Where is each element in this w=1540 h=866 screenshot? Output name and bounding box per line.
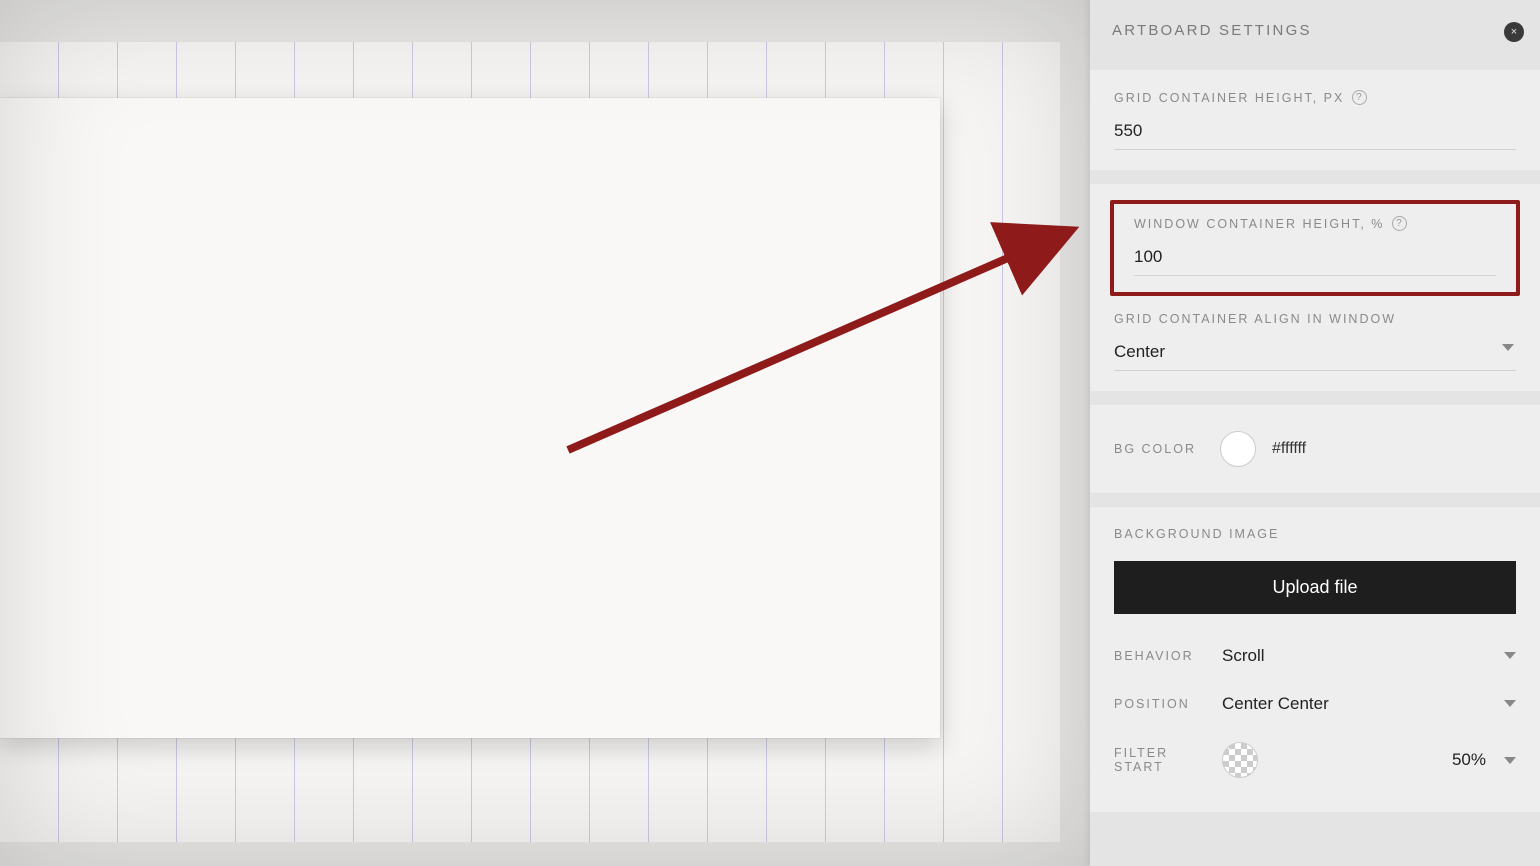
- bg-image-heading: BACKGROUND IMAGE: [1114, 527, 1516, 541]
- section-bg-image: BACKGROUND IMAGE Upload file BEHAVIOR Sc…: [1090, 507, 1540, 812]
- filter-start-select[interactable]: 50%: [1452, 750, 1516, 770]
- grid-height-label: GRID CONTAINER HEIGHT, PX ?: [1114, 90, 1516, 105]
- panel-title: ARTBOARD SETTINGS: [1112, 22, 1312, 39]
- filter-start-label: FILTER START: [1114, 746, 1206, 774]
- settings-panel: ARTBOARD SETTINGS × GRID CONTAINER HEIGH…: [1090, 0, 1540, 866]
- bg-color-label: BG COLOR: [1114, 442, 1204, 456]
- position-select-value: Center Center: [1222, 694, 1329, 713]
- canvas-area[interactable]: [0, 0, 1090, 866]
- section-window-height: WINDOW CONTAINER HEIGHT, % ? GRID CONTAI…: [1090, 184, 1540, 391]
- panel-body: GRID CONTAINER HEIGHT, PX ? WINDOW CONTA…: [1090, 60, 1540, 866]
- position-select[interactable]: Center Center: [1222, 694, 1516, 714]
- panel-header: ARTBOARD SETTINGS ×: [1090, 0, 1540, 60]
- grid-height-label-text: GRID CONTAINER HEIGHT, PX: [1114, 91, 1344, 105]
- bg-image-heading-text: BACKGROUND IMAGE: [1114, 527, 1279, 541]
- bg-color-hex[interactable]: #ffffff: [1272, 440, 1306, 458]
- window-height-label-text: WINDOW CONTAINER HEIGHT, %: [1134, 217, 1384, 231]
- align-label-text: GRID CONTAINER ALIGN IN WINDOW: [1114, 312, 1396, 326]
- upload-file-button[interactable]: Upload file: [1114, 561, 1516, 614]
- close-icon[interactable]: ×: [1504, 22, 1524, 42]
- window-height-label: WINDOW CONTAINER HEIGHT, % ?: [1134, 216, 1496, 231]
- filter-start-swatch[interactable]: [1222, 742, 1258, 778]
- behavior-select-value: Scroll: [1222, 646, 1265, 665]
- filter-start-row: FILTER START 50%: [1114, 728, 1516, 792]
- position-row: POSITION Center Center: [1114, 680, 1516, 728]
- behavior-select[interactable]: Scroll: [1222, 646, 1516, 666]
- help-icon[interactable]: ?: [1352, 90, 1367, 105]
- behavior-label: BEHAVIOR: [1114, 649, 1206, 663]
- grid-height-input[interactable]: [1114, 119, 1516, 150]
- bg-color-swatch[interactable]: [1220, 431, 1256, 467]
- position-label: POSITION: [1114, 697, 1206, 711]
- help-icon[interactable]: ?: [1392, 216, 1407, 231]
- chevron-down-icon: [1504, 700, 1516, 707]
- section-bg-color: BG COLOR #ffffff: [1090, 405, 1540, 493]
- chevron-down-icon: [1504, 757, 1516, 764]
- filter-start-value: 50%: [1452, 750, 1486, 770]
- window-height-input[interactable]: [1134, 245, 1496, 276]
- highlight-window-height: WINDOW CONTAINER HEIGHT, % ?: [1110, 200, 1520, 296]
- artboard[interactable]: [0, 98, 940, 738]
- behavior-row: BEHAVIOR Scroll: [1114, 632, 1516, 680]
- section-grid-height: GRID CONTAINER HEIGHT, PX ?: [1090, 70, 1540, 170]
- align-select[interactable]: Center: [1114, 340, 1516, 371]
- chevron-down-icon: [1502, 344, 1514, 351]
- align-label: GRID CONTAINER ALIGN IN WINDOW: [1114, 312, 1516, 326]
- chevron-down-icon: [1504, 652, 1516, 659]
- align-select-value: Center: [1114, 340, 1516, 371]
